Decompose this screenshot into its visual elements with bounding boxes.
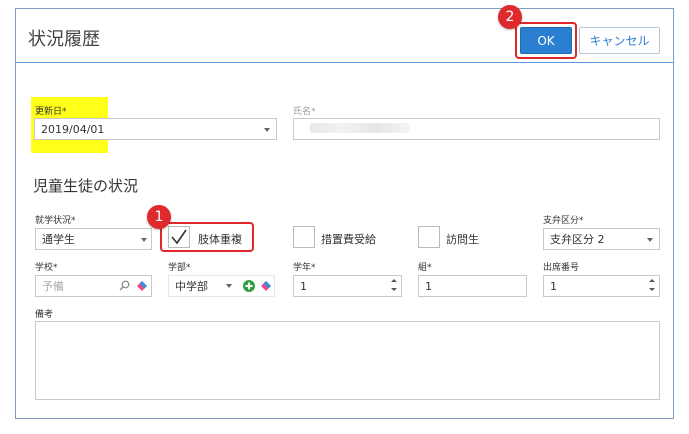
checkbox-allowance[interactable]: [293, 226, 315, 248]
support-category-value: 支弁区分 2: [550, 233, 605, 246]
department-value: 中学部: [175, 280, 208, 293]
update-date-label: 更新日*: [35, 107, 67, 117]
chevron-down-icon[interactable]: [226, 284, 232, 288]
eraser-icon[interactable]: [136, 280, 148, 292]
remarks-textarea[interactable]: [35, 321, 660, 400]
cancel-button[interactable]: キャンセル: [579, 27, 660, 54]
update-date-value: 2019/04/01: [41, 122, 105, 136]
search-icon[interactable]: [119, 280, 130, 291]
add-circle-icon[interactable]: [243, 280, 255, 292]
step-badge-2: 2: [498, 5, 522, 29]
support-category-label: 支弁区分*: [543, 216, 584, 226]
chevron-down-icon[interactable]: [264, 128, 270, 132]
dialog-title: 状況履歴: [28, 29, 100, 50]
enrollment-status-label: 就学状況*: [35, 216, 76, 226]
attendance-spinner-arrows[interactable]: [648, 276, 656, 296]
enrollment-status-value: 通学生: [42, 233, 75, 246]
eraser-icon[interactable]: [260, 280, 272, 292]
grade-stepper[interactable]: 1: [293, 275, 402, 297]
class-input[interactable]: 1: [418, 275, 527, 297]
redacted-name-blur: [310, 123, 410, 133]
department-label: 学部*: [168, 263, 191, 273]
attendance-number-stepper[interactable]: 1: [543, 275, 660, 297]
attendance-number-label: 出席番号: [543, 263, 580, 273]
remarks-label: 備考: [35, 310, 54, 320]
attendance-number-value: 1: [550, 279, 557, 293]
department-select: 中学部: [168, 275, 275, 297]
school-input[interactable]: 予備: [35, 275, 152, 297]
name-label: 氏名*: [293, 107, 316, 117]
enrollment-status-select[interactable]: 通学生: [35, 228, 152, 250]
grade-spinner-arrows[interactable]: [390, 276, 398, 296]
step-badge-1: 1: [147, 205, 171, 229]
grade-label: 学年*: [293, 263, 316, 273]
grade-value: 1: [300, 279, 307, 293]
support-category-select[interactable]: 支弁区分 2: [543, 228, 660, 250]
checkbox-allowance-label: 措置費受給: [321, 233, 376, 246]
chevron-down-icon[interactable]: [647, 238, 653, 242]
checkbox-home-visit[interactable]: [418, 226, 440, 248]
school-placeholder: 予備: [42, 280, 64, 293]
class-value: 1: [425, 279, 432, 293]
ok-highlight-box: [515, 22, 577, 59]
class-label: 組*: [418, 263, 432, 273]
checkbox-home-visit-label: 訪問生: [446, 233, 479, 246]
school-label: 学校*: [35, 263, 58, 273]
checkbox-highlight-box: [160, 222, 254, 252]
update-date-select[interactable]: 2019/04/01: [34, 118, 277, 140]
chevron-down-icon[interactable]: [141, 238, 147, 242]
section-title: 児童生徒の状況: [33, 177, 139, 195]
